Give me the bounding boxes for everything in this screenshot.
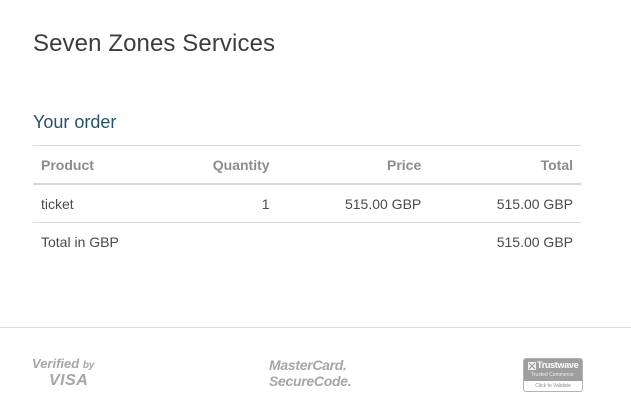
trustwave-shield-icon [528,362,536,370]
mastercard-logo-line2: SecureCode. [269,373,352,389]
order-table-body: ticket 1 515.00 GBP 515.00 GBP Total in … [33,184,581,260]
column-header-total: Total [540,156,573,173]
visa-logo-line1: Verified by [32,357,112,373]
mastercard-logo-line1: MasterCard. [269,357,347,373]
mastercard-securecode-logo: MasterCard. SecureCode. [269,357,359,389]
trustwave-subtitle: Trusted Commerce [531,372,574,378]
visa-by-text: by [82,360,95,371]
trustwave-validate-link[interactable]: Click to Validate [524,381,582,391]
visa-logo-line2: VISA [49,372,89,389]
header-row: Product Quantity Price Total [33,145,581,184]
summary-label: Total in GBP [41,233,119,250]
item-quantity: 1 [261,195,270,212]
order-heading: Your order [33,112,117,132]
footer-divider [0,327,631,328]
item-total: 515.00 GBP [496,195,573,212]
visa-verified-text: Verified [32,356,80,371]
trustwave-name: Trustwave [537,360,579,370]
summary-row: Total in GBP 515.00 GBP [33,223,581,261]
merchant-name: Seven Zones Services [33,30,276,57]
column-header-product: Product [41,156,94,173]
trustwave-seal-top: Trustwave Trusted Commerce [524,359,582,381]
item-product: ticket [41,195,74,212]
verified-by-visa-logo: Verified by VISA [32,357,112,389]
table-row: ticket 1 515.00 GBP 515.00 GBP [33,184,581,223]
trustwave-seal[interactable]: Trustwave Trusted Commerce Click to Vali… [523,358,583,392]
column-header-quantity: Quantity [212,156,270,173]
item-price: 515.00 GBP [344,195,422,212]
order-table-header: Product Quantity Price Total [33,145,581,184]
column-header-price: Price [387,156,422,173]
summary-total: 515.00 GBP [496,233,573,250]
order-table: Product Quantity Price Total ticket 1 51… [33,145,581,260]
